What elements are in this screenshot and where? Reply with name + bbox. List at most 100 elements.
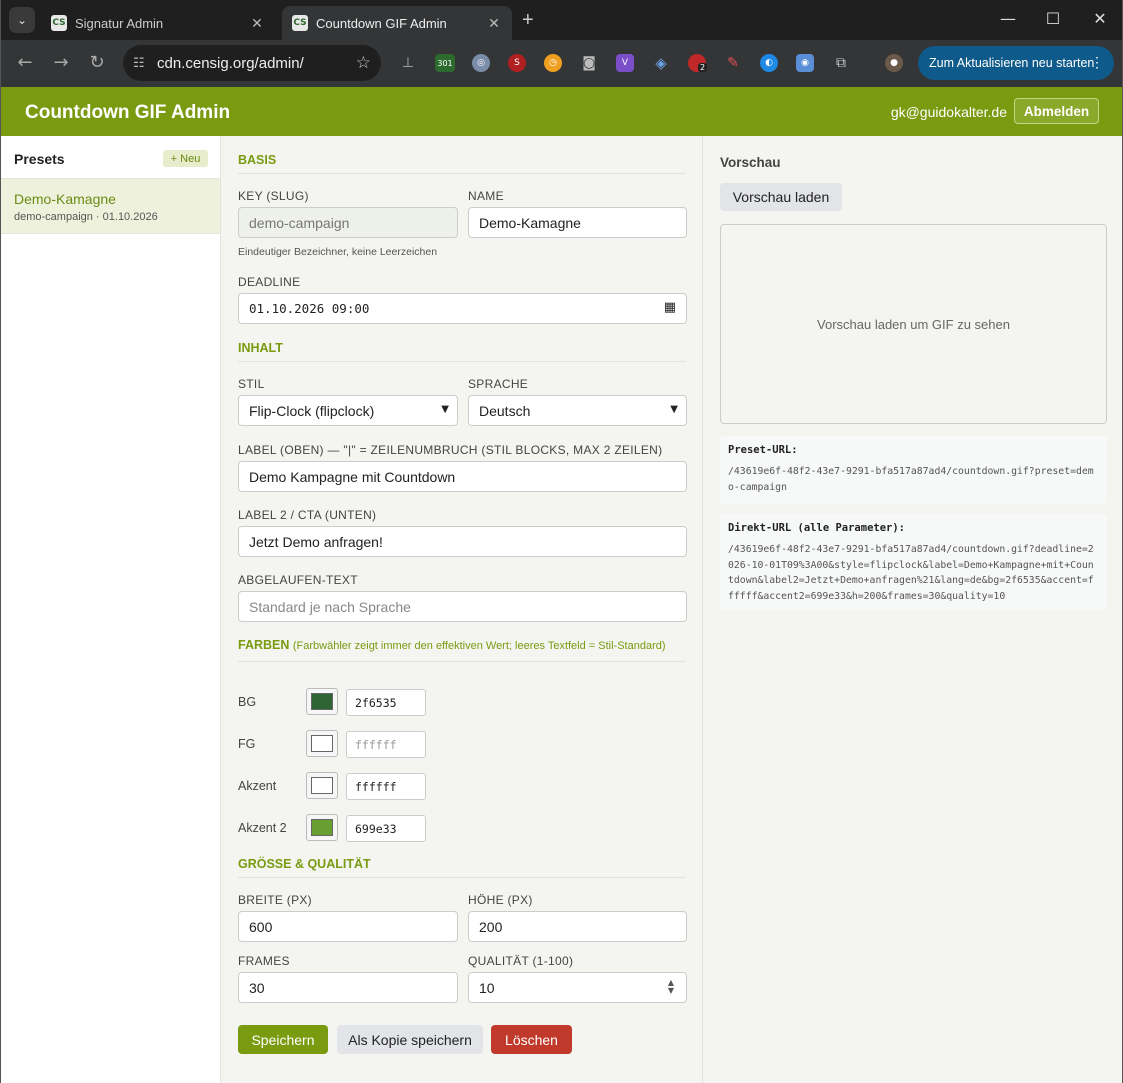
sync-extension-icon[interactable]: ◐ [760, 54, 778, 72]
save-copy-button[interactable]: Als Kopie speichern [337, 1025, 483, 1054]
hex-input-akzent[interactable]: ffffff [346, 773, 426, 800]
quality-input[interactable]: 10 ▲ ▼ [468, 972, 687, 1003]
close-icon[interactable]: ✕ [486, 15, 502, 32]
name-label: NAME [468, 189, 504, 203]
section-farben: FARBEN (Farbwähler zeigt immer den effek… [238, 637, 686, 662]
browser-update-button[interactable]: Zum Aktualisieren neu starten ⋮ [918, 46, 1114, 80]
key-label: KEY (SLUG) [238, 189, 309, 203]
tab-search-icon[interactable]: ⌄ [9, 7, 35, 33]
width-label: BREITE (PX) [238, 893, 312, 907]
height-input[interactable]: 200 [468, 911, 687, 942]
lock-extension-icon[interactable]: ⊥ [399, 54, 417, 72]
key-input[interactable]: demo-campaign [238, 207, 458, 238]
forward-arrow-icon[interactable]: → [49, 52, 73, 74]
seo-extension-icon[interactable]: S [508, 54, 526, 72]
window-close-icon[interactable]: ✕ [1085, 9, 1115, 29]
save-button[interactable]: Speichern [238, 1025, 328, 1054]
section-basis: BASIS [238, 153, 686, 174]
red-extension-icon[interactable]: 2 [688, 54, 708, 72]
label1-input[interactable]: Demo Kampagne mit Countdown [238, 461, 687, 492]
censig-favicon-icon: CS [51, 15, 67, 31]
delete-button[interactable]: Löschen [491, 1025, 572, 1054]
deadline-label: DEADLINE [238, 275, 301, 289]
color-swatch-akzent2 [311, 819, 333, 836]
camera-extension-icon[interactable]: ◙ [580, 54, 598, 72]
label2-input[interactable]: Jetzt Demo anfragen! [238, 526, 687, 557]
censig-favicon-icon: CS [292, 15, 308, 31]
v-extension-icon[interactable]: V [616, 54, 634, 72]
reload-icon[interactable]: ↻ [85, 52, 109, 74]
address-bar[interactable]: ☷ cdn.censig.org/admin/ ☆ [123, 45, 381, 81]
back-arrow-icon[interactable]: ← [13, 52, 37, 74]
name-input[interactable]: Demo-Kamagne [468, 207, 687, 238]
color-picker-akzent2[interactable] [306, 814, 338, 841]
layers-extension-icon[interactable]: ◈ [652, 54, 670, 72]
hex-input-bg[interactable]: 2f6535 [346, 689, 426, 716]
tab-strip: ⌄ CS Signatur Admin ✕ CS Countdown GIF A… [1, 0, 1122, 40]
width-input[interactable]: 600 [238, 911, 458, 942]
user-email: gk@guidokalter.de [890, 104, 1007, 120]
farben-note: (Farbwähler zeigt immer den effektiven W… [292, 640, 666, 652]
preview-panel: Vorschau Vorschau laden Vorschau laden u… [704, 136, 1122, 1083]
color-label-fg: FG [238, 737, 256, 751]
browser-toolbar: ← → ↻ ☷ cdn.censig.org/admin/ ☆ ⊥ 301 ◎ … [1, 40, 1122, 87]
minimize-icon[interactable]: — [993, 9, 1023, 29]
tab-title: Signatur Admin [75, 15, 164, 31]
section-inhalt: INHALT [238, 341, 686, 362]
color-label-akzent: Akzent [238, 779, 277, 793]
new-tab-plus-icon[interactable]: + [522, 10, 534, 30]
tab-signatur-admin[interactable]: CS Signatur Admin ✕ [41, 6, 275, 40]
pen-extension-icon[interactable]: ✎ [724, 54, 742, 72]
sprache-select[interactable]: Deutsch ▼ [468, 395, 687, 426]
stepper-arrows-icon[interactable]: ▲ ▼ [668, 979, 674, 995]
height-label: HÖHE (PX) [468, 893, 533, 907]
deadline-input[interactable]: 01.10.2026 09:00 ▦ [238, 293, 687, 324]
preset-meta: demo-campaign · 01.10.2026 [14, 211, 158, 223]
sidebar-title: Presets [14, 151, 65, 167]
hex-input-fg[interactable]: ffffff [346, 731, 426, 758]
frames-input[interactable]: 30 [238, 972, 458, 1003]
preset-url-value[interactable]: /43619e6f-48f2-43e7-9291-bfa517a87ad4/co… [728, 464, 1099, 495]
farben-title: FARBEN [238, 638, 290, 652]
counter-extension-icon[interactable]: 301 [435, 54, 455, 72]
logout-button[interactable]: Abmelden [1014, 98, 1099, 124]
stil-label: STIL [238, 377, 265, 391]
sprache-selected: Deutsch [479, 402, 531, 419]
puzzle-extensions-icon[interactable]: ⧉ [832, 54, 850, 72]
label2-label: LABEL 2 / CTA (UNTEN) [238, 508, 377, 522]
new-preset-button[interactable]: + Neu [163, 150, 208, 167]
preset-url-box: Preset-URL: /43619e6f-48f2-43e7-9291-bfa… [720, 436, 1107, 504]
clock-extension-icon[interactable]: ◷ [544, 54, 562, 72]
color-picker-bg[interactable] [306, 688, 338, 715]
color-picker-akzent[interactable] [306, 772, 338, 799]
bookmark-star-icon[interactable]: ☆ [356, 53, 371, 73]
site-settings-icon[interactable]: ☷ [133, 56, 157, 71]
presets-sidebar: Presets + Neu Demo-Kamagne demo-campaign… [1, 136, 221, 1083]
expired-label: ABGELAUFEN-TEXT [238, 573, 358, 587]
tab-countdown-gif-admin[interactable]: CS Countdown GIF Admin ✕ [282, 6, 512, 40]
chevron-down-icon: ▼ [670, 404, 678, 415]
load-preview-button[interactable]: Vorschau laden [720, 183, 842, 211]
expired-input[interactable]: Standard je nach Sprache [238, 591, 687, 622]
close-icon[interactable]: ✕ [249, 15, 265, 32]
record-extension-icon[interactable]: ◉ [796, 54, 814, 72]
stil-select[interactable]: Flip-Clock (flipclock) ▼ [238, 395, 458, 426]
color-swatch-akzent [311, 777, 333, 794]
extension-badge: 2 [698, 63, 708, 72]
preview-area: Vorschau laden um GIF zu sehen [720, 224, 1107, 424]
preset-name: Demo-Kamagne [14, 191, 116, 207]
quality-value: 10 [479, 979, 495, 996]
preset-item[interactable]: Demo-Kamagne demo-campaign · 01.10.2026 [1, 179, 220, 234]
more-menu-icon[interactable]: ⋮ [1090, 55, 1104, 69]
direct-url-value[interactable]: /43619e6f-48f2-43e7-9291-bfa517a87ad4/co… [728, 542, 1099, 604]
circle-extension-icon[interactable]: ◎ [472, 54, 490, 72]
color-swatch-fg [311, 735, 333, 752]
profile-avatar[interactable]: ● [885, 54, 903, 72]
color-picker-fg[interactable] [306, 730, 338, 757]
calendar-icon[interactable]: ▦ [664, 300, 676, 315]
app-header: Countdown GIF Admin gk@guidokalter.de Ab… [1, 87, 1122, 136]
maximize-icon[interactable]: ☐ [1038, 9, 1068, 29]
tab-title: Countdown GIF Admin [316, 15, 447, 31]
hex-input-akzent2[interactable]: 699e33 [346, 815, 426, 842]
address-url[interactable]: cdn.censig.org/admin/ [157, 55, 356, 72]
